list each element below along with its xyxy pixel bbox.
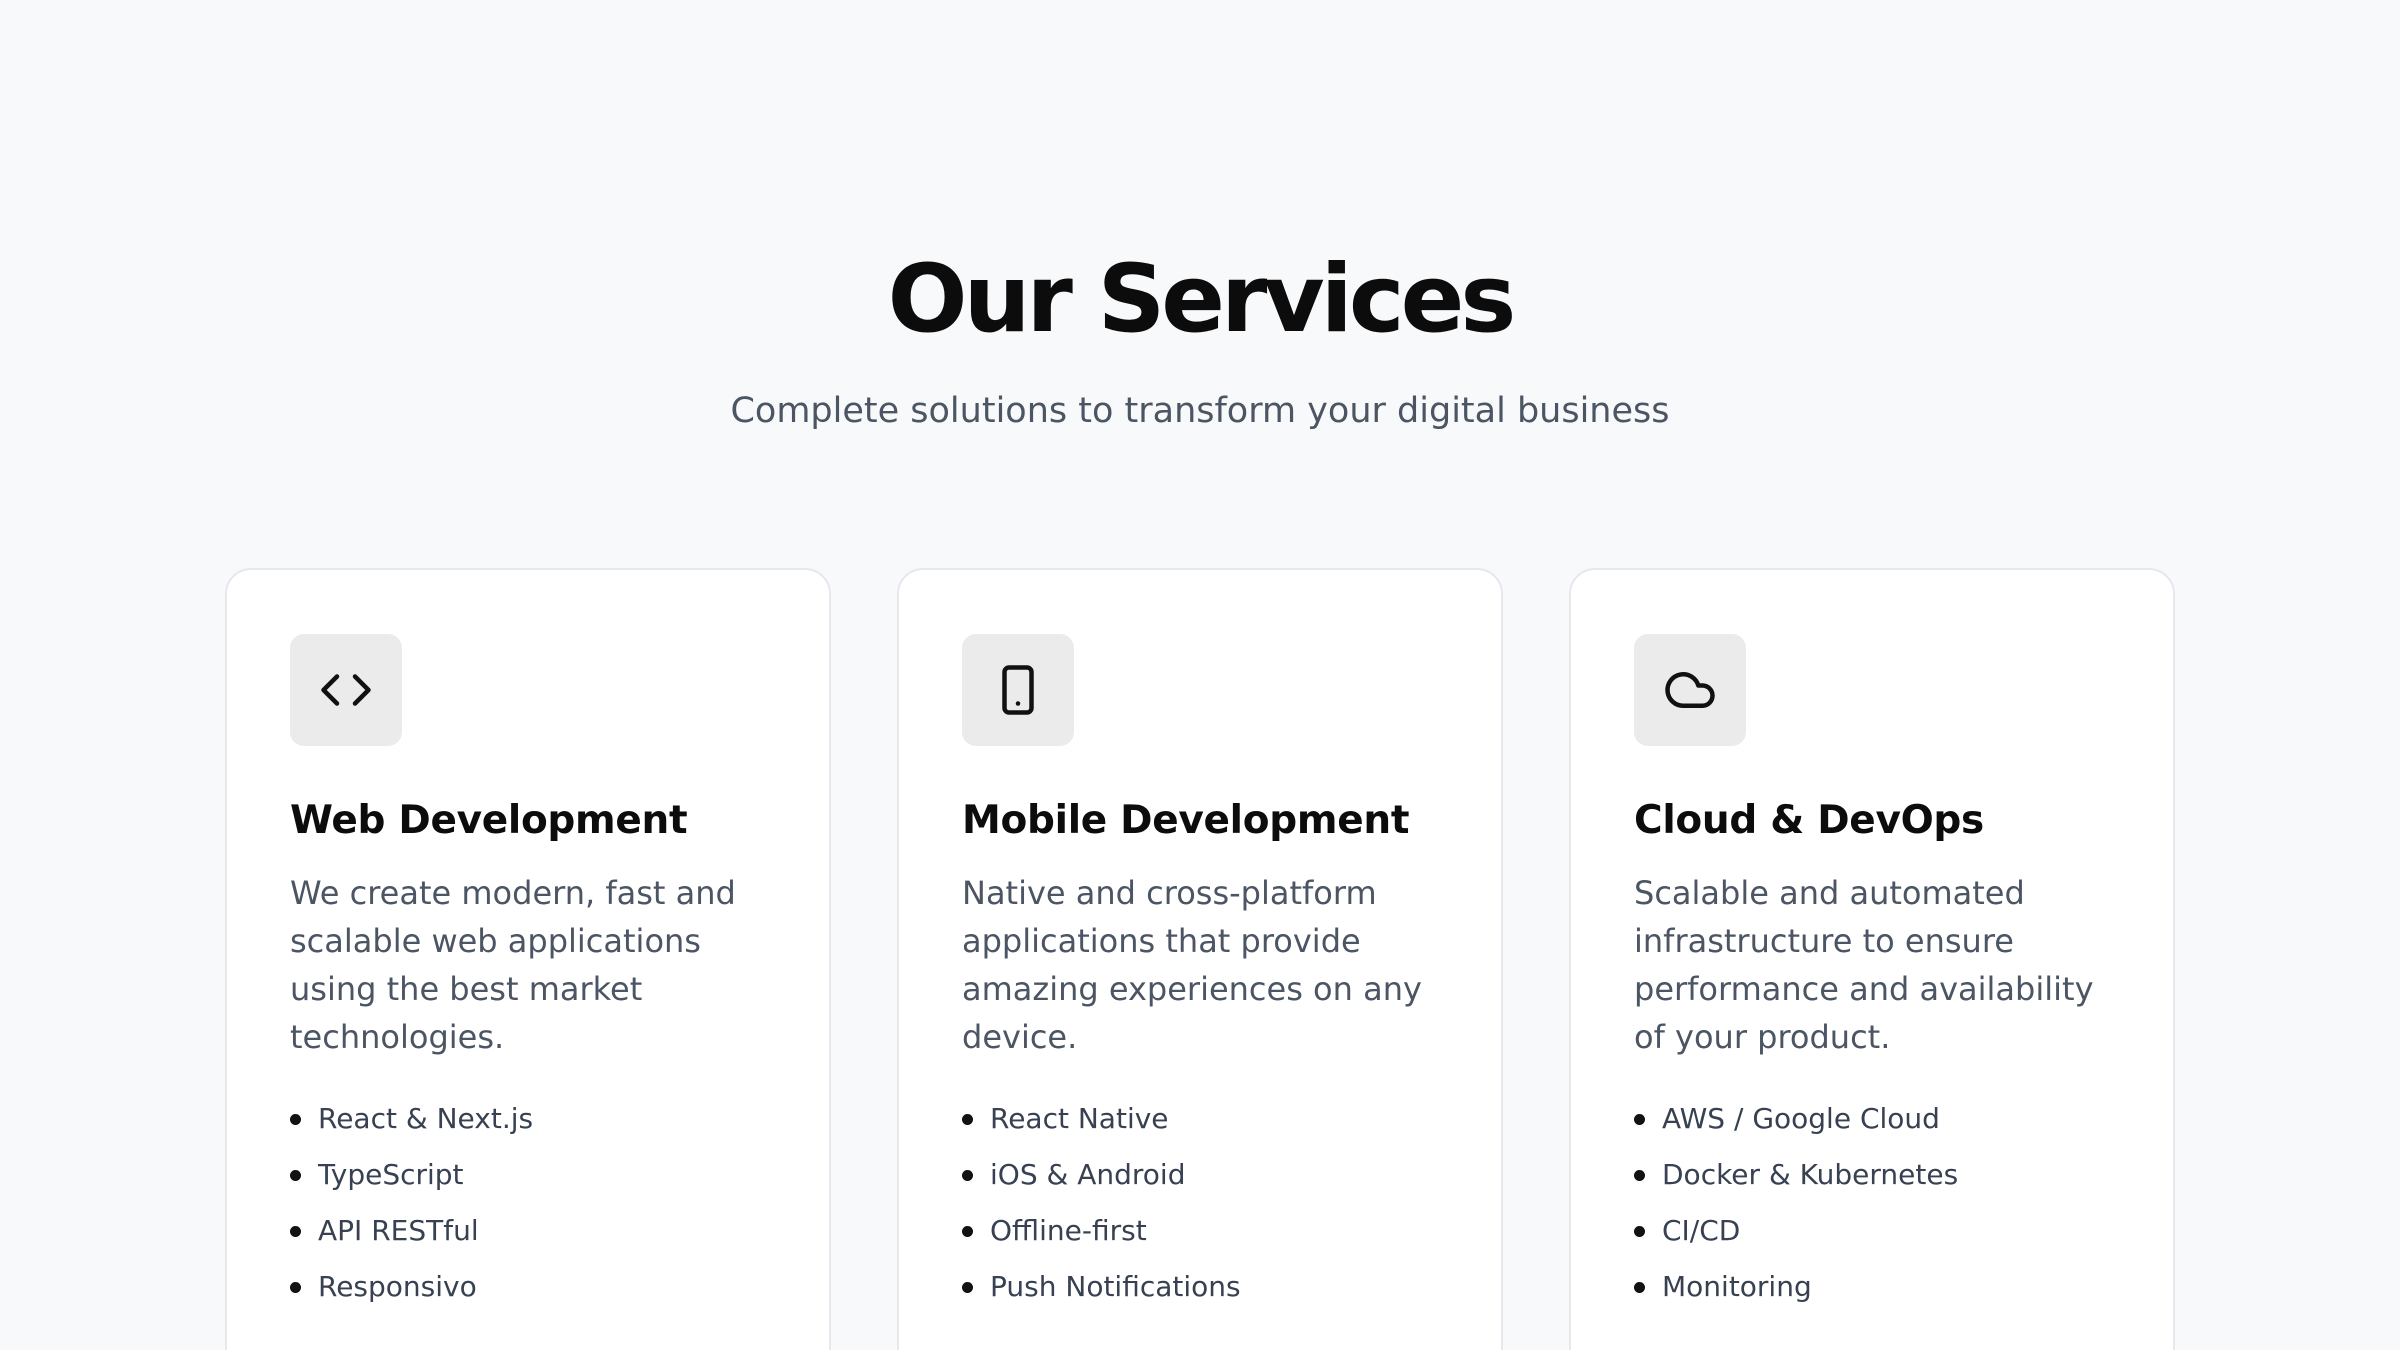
- smartphone-icon: [1002, 665, 1034, 715]
- service-icon-box: [1634, 634, 1746, 746]
- bullet-icon: [1634, 1113, 1645, 1125]
- bullet-icon: [1634, 1281, 1645, 1293]
- feature-item: TypeScript: [290, 1147, 766, 1203]
- feature-label: React & Next.js: [318, 1101, 534, 1135]
- feature-label: iOS & Android: [990, 1157, 1186, 1191]
- bullet-icon: [962, 1113, 973, 1125]
- bullet-icon: [1634, 1169, 1645, 1181]
- feature-list: AWS / Google Cloud Docker & Kubernetes C…: [1634, 1091, 2110, 1315]
- feature-label: React Native: [990, 1101, 1169, 1135]
- bullet-icon: [290, 1113, 301, 1125]
- feature-label: TypeScript: [318, 1157, 464, 1191]
- service-title: Cloud & DevOps: [1634, 798, 1984, 843]
- feature-item: React Native: [962, 1091, 1438, 1147]
- feature-label: Monitoring: [1662, 1269, 1812, 1303]
- services-page: Our Services Complete solutions to trans…: [0, 0, 2400, 1350]
- bullet-icon: [962, 1169, 973, 1181]
- feature-item: Offline-first: [962, 1203, 1438, 1259]
- service-icon-box: [290, 634, 402, 746]
- bullet-icon: [962, 1281, 973, 1293]
- feature-label: Responsivo: [318, 1269, 477, 1303]
- feature-label: API RESTful: [318, 1213, 479, 1247]
- feature-label: Push Notifications: [990, 1269, 1241, 1303]
- service-title: Mobile Development: [962, 798, 1410, 843]
- feature-item: Push Notifications: [962, 1259, 1438, 1315]
- service-card-web-development: Web Development We create modern, fast a…: [225, 568, 831, 1350]
- cloud-icon: [1665, 672, 1715, 708]
- service-description: Native and cross-platform applications t…: [962, 873, 1422, 1056]
- feature-list: React & Next.js TypeScript API RESTful R…: [290, 1091, 766, 1315]
- services-grid: Web Development We create modern, fast a…: [225, 568, 2175, 1350]
- feature-item: Monitoring: [1634, 1259, 2110, 1315]
- feature-item: Responsivo: [290, 1259, 766, 1315]
- feature-item: AWS / Google Cloud: [1634, 1091, 2110, 1147]
- feature-label: Docker & Kubernetes: [1662, 1157, 1959, 1191]
- feature-item: API RESTful: [290, 1203, 766, 1259]
- service-title: Web Development: [290, 798, 688, 843]
- bullet-icon: [290, 1281, 301, 1293]
- bullet-icon: [1634, 1225, 1645, 1237]
- bullet-icon: [290, 1169, 301, 1181]
- service-icon-box: [962, 634, 1074, 746]
- section-title: Our Services: [887, 245, 1517, 354]
- bullet-icon: [290, 1225, 301, 1237]
- feature-item: CI/CD: [1634, 1203, 2110, 1259]
- code-icon: [321, 674, 371, 706]
- feature-label: Offline-first: [990, 1213, 1147, 1247]
- bullet-icon: [962, 1225, 973, 1237]
- feature-label: AWS / Google Cloud: [1662, 1101, 1940, 1135]
- service-description: We create modern, fast and scalable web …: [290, 873, 736, 1056]
- feature-item: React & Next.js: [290, 1091, 766, 1147]
- feature-list: React Native iOS & Android Offline-first…: [962, 1091, 1438, 1315]
- section-subtitle: Complete solutions to transform your dig…: [730, 391, 1670, 431]
- feature-item: Docker & Kubernetes: [1634, 1147, 2110, 1203]
- service-card-cloud-devops: Cloud & DevOps Scalable and automated in…: [1569, 568, 2175, 1350]
- service-description: Scalable and automated infrastructure to…: [1634, 873, 2094, 1056]
- feature-label: CI/CD: [1662, 1213, 1741, 1247]
- feature-item: iOS & Android: [962, 1147, 1438, 1203]
- service-card-mobile-development: Mobile Development Native and cross-plat…: [897, 568, 1503, 1350]
